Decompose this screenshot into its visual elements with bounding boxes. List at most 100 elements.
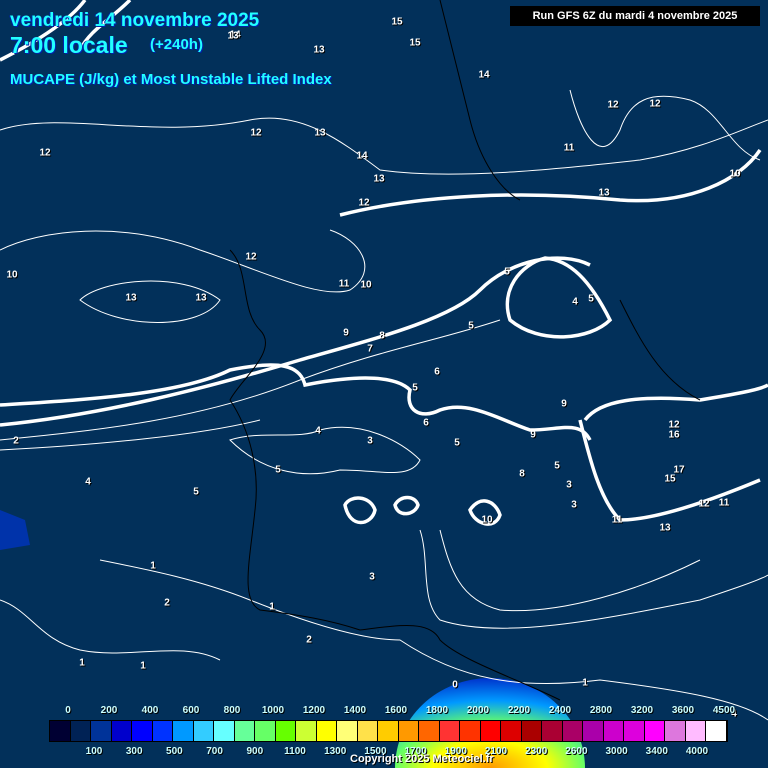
contour-label: 2 bbox=[164, 597, 170, 609]
lead-time: (+240h) bbox=[150, 36, 203, 53]
colorbar-top-label: 200 bbox=[100, 705, 118, 716]
contour-label: 5 bbox=[468, 320, 474, 332]
colorbar-swatch bbox=[562, 721, 583, 741]
colorbar-swatch bbox=[111, 721, 132, 741]
colorbar-bottom-label: 1300 bbox=[324, 746, 347, 757]
colorbar-top-label: 1200 bbox=[302, 705, 326, 716]
contour-label: 11 bbox=[563, 142, 575, 154]
contour-label: 1 bbox=[582, 677, 588, 689]
contour-label: 1 bbox=[150, 560, 156, 572]
contour-label: 13 bbox=[659, 522, 671, 534]
contour-label: 4 bbox=[315, 425, 321, 437]
contour-label: 3 bbox=[367, 435, 373, 447]
contour-label: 5 bbox=[275, 464, 281, 476]
colorbar-swatch bbox=[152, 721, 173, 741]
colorbar-bottom-label: 300 bbox=[125, 746, 143, 757]
colorbar-bottom-label: 3400 bbox=[645, 746, 668, 757]
contour-label: 13 bbox=[195, 292, 207, 304]
li-contour-3 bbox=[0, 117, 768, 175]
contour-label: 12 bbox=[39, 147, 51, 159]
forecast-date: vendredi 14 novembre 2025 bbox=[10, 10, 260, 31]
contour-label: 10 bbox=[6, 269, 18, 281]
colorbar-bottom-label: 2300 bbox=[525, 746, 548, 757]
contour-label: 12 bbox=[250, 127, 262, 139]
contour-label: 8 bbox=[379, 330, 385, 342]
li-contour-0 bbox=[0, 363, 592, 441]
colorbar-swatch bbox=[685, 721, 706, 741]
colorbar-swatch bbox=[132, 721, 153, 741]
colorbar-top-label: 800 bbox=[223, 705, 241, 716]
li-contour-2 bbox=[0, 229, 366, 323]
contour-label: 5 bbox=[554, 460, 560, 472]
li-contour-4 bbox=[419, 529, 768, 629]
contour-label: 5 bbox=[588, 293, 594, 305]
colorbar-swatch bbox=[624, 721, 645, 741]
colorbar-swatch bbox=[337, 721, 358, 741]
colorbar-swatch bbox=[316, 721, 337, 741]
colorbar-top-label: 3200 bbox=[630, 705, 654, 716]
contour-label: 4 bbox=[572, 296, 578, 308]
colorbar bbox=[49, 720, 728, 742]
colorbar-swatch bbox=[173, 721, 194, 741]
coastline bbox=[229, 0, 701, 701]
contour-label: 6 bbox=[434, 366, 440, 378]
contour-label: 5 bbox=[454, 437, 460, 449]
colorbar-top-label: 1400 bbox=[343, 705, 367, 716]
contour-label: 13 bbox=[373, 173, 385, 185]
colorbar-bottom-label: 500 bbox=[166, 746, 183, 757]
colorbar-top-label: 4500 bbox=[712, 705, 736, 716]
contour-label: 12 bbox=[358, 197, 370, 209]
contour-label: 0 bbox=[452, 679, 458, 691]
colorbar-swatch bbox=[50, 721, 71, 741]
contour-label: 8 bbox=[519, 468, 525, 480]
contour-label: 3 bbox=[566, 479, 572, 491]
colorbar-bottom-label: 4000 bbox=[685, 746, 709, 757]
contour-label: 13 bbox=[313, 44, 325, 56]
colorbar-swatch bbox=[275, 721, 296, 741]
contour-label: 13 bbox=[227, 30, 239, 42]
colorbar-swatch bbox=[419, 721, 440, 741]
li-contour-0c bbox=[505, 256, 613, 339]
contour-label: 12 bbox=[698, 498, 710, 510]
li-contour-0g bbox=[343, 495, 502, 526]
colorbar-bottom-label: 900 bbox=[246, 746, 264, 757]
colorbar-top-label: 2400 bbox=[548, 705, 572, 716]
li-contour-7 bbox=[229, 426, 421, 475]
contour-label: 5 bbox=[412, 382, 418, 394]
run-label: Run GFS 6Z du mardi 4 novembre 2025 bbox=[510, 6, 760, 26]
colorbar-swatch bbox=[255, 721, 276, 741]
forecast-time: 7:00 locale bbox=[10, 32, 128, 58]
colorbar-swatch bbox=[501, 721, 522, 741]
contour-label: 15 bbox=[664, 473, 676, 485]
colorbar-bottom-label: 2600 bbox=[565, 746, 588, 757]
cape-patch bbox=[0, 510, 30, 550]
contour-label: 1 bbox=[79, 657, 85, 669]
colorbar-top-label: 0 bbox=[65, 705, 71, 716]
colorbar-bottom-label: 700 bbox=[206, 746, 223, 757]
colorbar-swatch bbox=[521, 721, 542, 741]
colorbar-swatch bbox=[665, 721, 686, 741]
colorbar-swatch bbox=[296, 721, 317, 741]
colorbar-bottom-label: 100 bbox=[85, 746, 103, 757]
colorbar-top-label: 2800 bbox=[589, 705, 613, 716]
colorbar-swatch bbox=[91, 721, 112, 741]
li-contour-1 bbox=[0, 319, 501, 451]
colorbar-swatch bbox=[603, 721, 624, 741]
colorbar-swatch bbox=[706, 721, 727, 741]
contour-label: 13 bbox=[598, 187, 610, 199]
colorbar-swatch bbox=[480, 721, 501, 741]
contour-label: 1 bbox=[140, 660, 146, 672]
contour-label: 11 bbox=[338, 278, 350, 290]
colorbar-swatch bbox=[644, 721, 665, 741]
contour-label: 12 bbox=[649, 98, 661, 110]
weather-map bbox=[0, 0, 768, 768]
contour-label: 16 bbox=[668, 429, 680, 441]
colorbar-top-label: 2000 bbox=[466, 705, 490, 716]
colorbar-top-label: 3600 bbox=[671, 705, 695, 716]
colorbar-bottom-label: 1100 bbox=[284, 746, 306, 757]
contour-label: 10 bbox=[481, 514, 493, 526]
contour-label: 14 bbox=[478, 69, 490, 81]
contour-label: 4 bbox=[85, 476, 91, 488]
contour-label: 11 bbox=[611, 514, 623, 526]
contour-label: 5 bbox=[193, 486, 199, 498]
